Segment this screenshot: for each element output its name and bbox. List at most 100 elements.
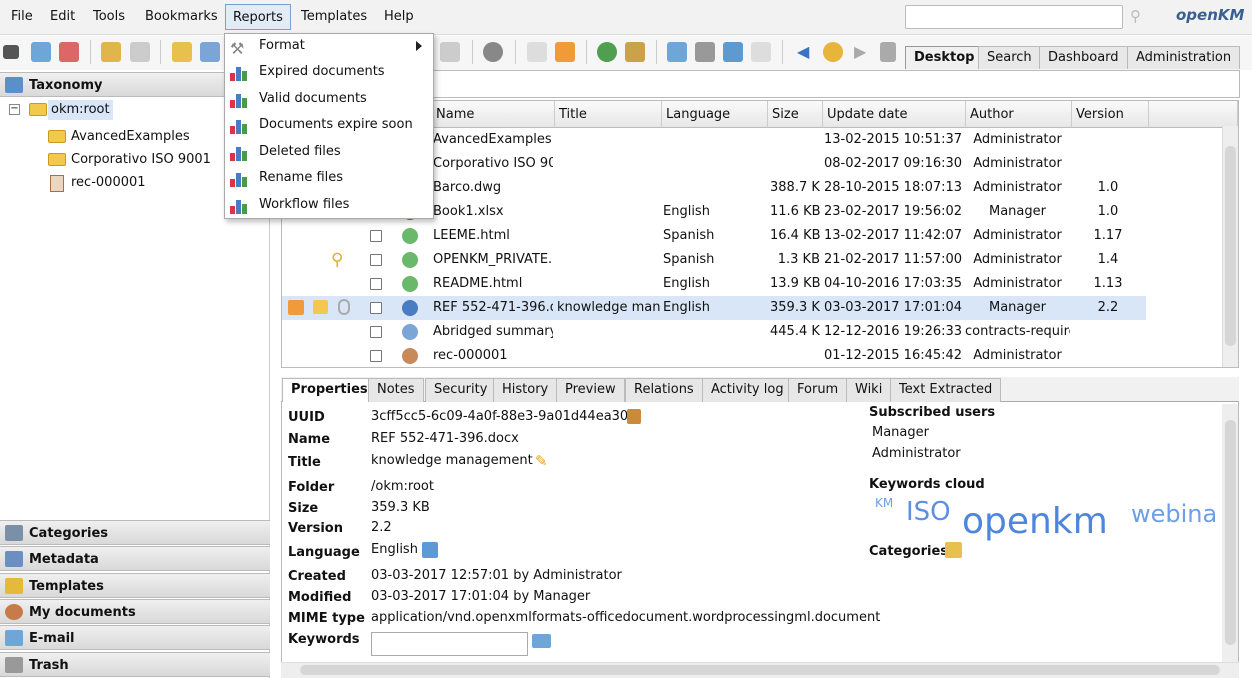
menu-templates[interactable]: Templates: [294, 4, 374, 30]
print-icon[interactable]: [695, 42, 715, 62]
back-arrow-icon[interactable]: ◀: [797, 42, 809, 61]
column-header-language[interactable]: Language: [662, 101, 768, 128]
edit-categories-icon[interactable]: [945, 542, 962, 558]
menu-item-documents-expire-soon[interactable]: Documents expire soon: [259, 114, 413, 136]
folder-value[interactable]: /okm:root: [371, 479, 434, 494]
row-checkbox[interactable]: [370, 230, 382, 242]
menu-help[interactable]: Help: [377, 4, 421, 30]
tree-node-root[interactable]: okm:root: [48, 100, 113, 120]
column-header-author[interactable]: Author: [966, 101, 1072, 128]
row-checkbox[interactable]: [370, 302, 382, 314]
cloud-keyword[interactable]: KM: [875, 496, 893, 510]
menu-item-workflow-files[interactable]: Workflow files: [259, 194, 349, 216]
tab-history[interactable]: History: [493, 378, 558, 402]
tab-properties[interactable]: Properties: [282, 378, 377, 403]
menu-item-expired-documents[interactable]: Expired documents: [259, 61, 385, 83]
refresh-icon[interactable]: [597, 42, 617, 62]
cell-name[interactable]: AvancedExamples: [433, 128, 553, 152]
thesaurus-icon[interactable]: [532, 634, 551, 648]
export-icon[interactable]: [723, 42, 743, 62]
tree-node-rec[interactable]: rec-000001: [71, 173, 146, 193]
cell-date: 21-02-2017 11:57:00: [824, 252, 963, 267]
cell-name[interactable]: Barco.dwg: [433, 176, 553, 200]
menu-bookmarks[interactable]: Bookmarks: [138, 4, 225, 30]
metadata-header[interactable]: Metadata: [0, 546, 270, 571]
grid-scrollbar-thumb[interactable]: [1225, 146, 1236, 346]
lock-icon[interactable]: [101, 42, 121, 62]
templates-header[interactable]: Templates: [0, 573, 270, 598]
clock-icon[interactable]: [823, 42, 843, 62]
sitemap-icon[interactable]: [3, 45, 19, 59]
cell-name[interactable]: Abridged summary: [433, 320, 553, 344]
tab-preview[interactable]: Preview: [556, 378, 625, 402]
tab-forum[interactable]: Forum: [788, 378, 848, 402]
column-header-size[interactable]: Size: [768, 101, 823, 128]
tab-wiki[interactable]: Wiki: [846, 378, 892, 402]
tab-administration[interactable]: Administration: [1127, 46, 1241, 69]
email-header[interactable]: E-mail: [0, 625, 270, 650]
row-checkbox[interactable]: [370, 350, 382, 362]
menu-reports[interactable]: Reports: [225, 4, 291, 30]
cell-name[interactable]: LEEME.html: [433, 224, 553, 248]
cloud-keyword[interactable]: openkm: [962, 501, 1108, 542]
notify-icon[interactable]: [555, 42, 575, 62]
tab-search[interactable]: Search: [978, 46, 1041, 69]
gear-icon[interactable]: [483, 42, 503, 62]
collapse-icon[interactable]: −: [9, 104, 20, 115]
cloud-keyword[interactable]: webina: [1131, 500, 1222, 528]
row-checkbox[interactable]: [370, 254, 382, 266]
tab-activity-log[interactable]: Activity log: [702, 378, 793, 402]
forward-arrow-icon[interactable]: ▶: [854, 42, 866, 61]
column-header-title[interactable]: Title: [555, 101, 662, 128]
menu-item-format[interactable]: Format: [259, 35, 305, 57]
stamp-icon[interactable]: [880, 42, 896, 62]
menu-item-deleted-files[interactable]: Deleted files: [259, 141, 341, 163]
tree-node-corporativo[interactable]: Corporativo ISO 9001: [71, 150, 211, 170]
tab-relations[interactable]: Relations: [625, 378, 703, 402]
menu-item-rename-files[interactable]: Rename files: [259, 167, 343, 189]
cell-name[interactable]: Book1.xlsx: [433, 200, 553, 224]
cell-name[interactable]: REF 552-471-396.d: [433, 296, 553, 320]
properties-hscrollbar-thumb[interactable]: [300, 665, 1220, 675]
cell-name[interactable]: Corporativo ISO 90: [433, 152, 553, 176]
add-document-icon[interactable]: [31, 42, 51, 62]
properties-scrollbar-thumb[interactable]: [1225, 420, 1236, 645]
keywords-input[interactable]: [371, 632, 528, 656]
menu-file[interactable]: File: [4, 4, 40, 30]
row-checkbox[interactable]: [370, 326, 382, 338]
search-input[interactable]: [905, 5, 1123, 29]
cell-name[interactable]: rec-000001: [433, 344, 553, 368]
search-icon[interactable]: ⚲: [1130, 7, 1148, 25]
tab-desktop[interactable]: Desktop: [905, 46, 984, 69]
subscribe-icon[interactable]: [527, 42, 547, 62]
tree-node-avancedexamples[interactable]: AvancedExamples: [71, 127, 190, 147]
column-header-version[interactable]: Version: [1072, 101, 1149, 128]
edit-pencil-icon[interactable]: ✎: [535, 452, 548, 470]
row-checkbox[interactable]: [370, 278, 382, 290]
menu-tools[interactable]: Tools: [86, 4, 132, 30]
download-pdf-icon[interactable]: [59, 42, 79, 62]
tab-notes[interactable]: Notes: [368, 378, 424, 402]
home-icon[interactable]: [625, 42, 645, 62]
menu-edit[interactable]: Edit: [43, 4, 82, 30]
cloud-keyword[interactable]: ISO: [906, 497, 951, 527]
new-folder-icon[interactable]: [172, 42, 192, 62]
categories-header[interactable]: Categories: [0, 520, 270, 545]
column-header-name[interactable]: Name: [432, 101, 555, 128]
copy-icon[interactable]: [627, 409, 641, 424]
menu-item-valid-documents[interactable]: Valid documents: [259, 88, 367, 110]
edit-language-icon[interactable]: [422, 542, 438, 558]
tab-text-extracted[interactable]: Text Extracted: [890, 378, 1002, 402]
unlock-icon[interactable]: [130, 42, 150, 62]
workflow-icon[interactable]: [751, 42, 771, 62]
cell-name[interactable]: README.html: [433, 272, 553, 296]
my-documents-header[interactable]: My documents: [0, 599, 270, 624]
tab-security[interactable]: Security: [425, 378, 497, 402]
add-property-icon[interactable]: [667, 42, 687, 62]
column-header-update-date[interactable]: Update date: [823, 101, 966, 128]
trash-header[interactable]: Trash: [0, 652, 270, 677]
cell-name[interactable]: OPENKM_PRIVATE.l: [433, 248, 553, 272]
mail-icon[interactable]: [200, 42, 220, 62]
tab-dashboard[interactable]: Dashboard: [1039, 46, 1128, 69]
scanner-icon[interactable]: [440, 42, 460, 62]
